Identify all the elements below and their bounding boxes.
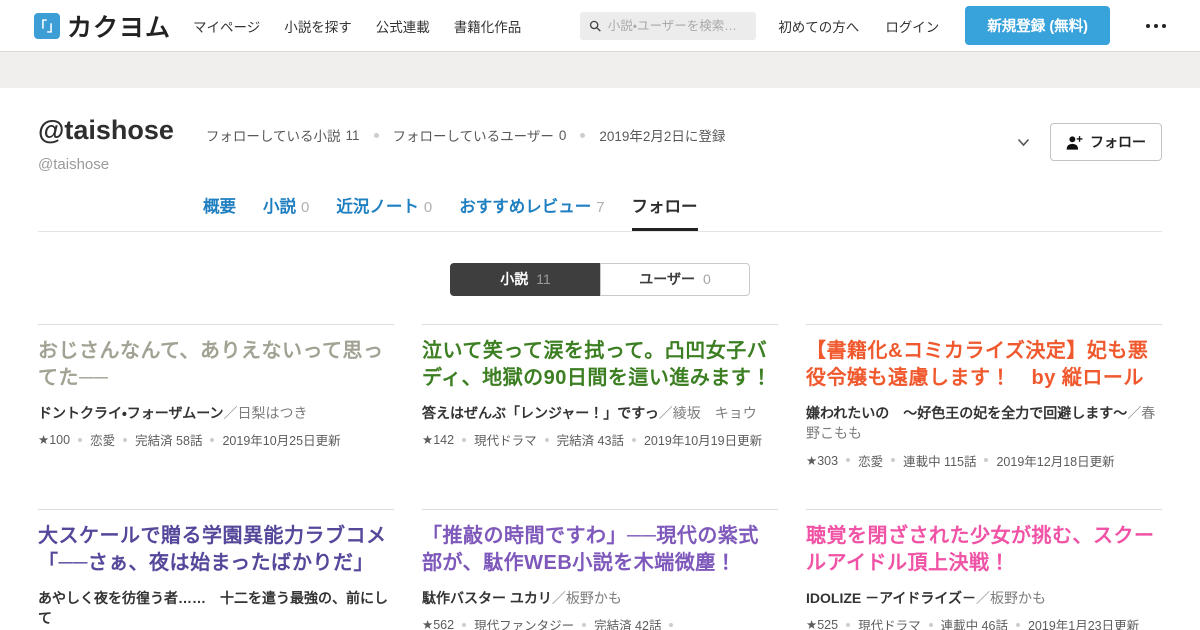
kakuyomu-logo-text: カクヨム <box>67 13 172 42</box>
nav-published-works[interactable]: 書籍化作品 <box>454 16 522 36</box>
novel-title-link[interactable]: 【書籍化&コミカライズ決定】妃も悪役令嬢も遠慮します！ by 縦ロール <box>806 338 1162 392</box>
meta-item: 2019年10月25日更新 <box>202 430 340 449</box>
meta-item: 2019年1月23日更新 <box>1008 615 1139 630</box>
meta-item: ★562 <box>422 618 455 630</box>
novel-subtitle-link[interactable]: IDOLIZE －アイドライズ－ <box>806 590 976 606</box>
novel-author-link[interactable]: ／綾坂 キョウ <box>659 405 757 421</box>
main-nav: マイページ 小説を探す 公式連載 書籍化作品 <box>193 16 521 36</box>
nav-mypage[interactable]: マイページ <box>193 16 260 36</box>
top-navigation-bar: 「」 カクヨム マイページ 小説を探す 公式連載 書籍化作品 初めての方へ ログ… <box>0 0 1200 52</box>
novel-card: 聴覚を閉ざされた少女が挑む、スクールアイドル頂上決戦！ IDOLIZE －アイド… <box>806 508 1162 630</box>
novel-title-link[interactable]: 聴覚を閉ざされた少女が挑む、スクールアイドル頂上決戦！ <box>806 523 1162 577</box>
profile-header: @taishose @taishose フォローしている小説 11 フォローして… <box>38 88 1162 173</box>
novel-card: 大スケールで贈る学園異能力ラブコメ 「──さぁ、夜は始まったばかりだ」 あやしく… <box>38 508 394 630</box>
novel-card: おじさんなんて、ありえないって思ってた── ドントクライ・フォーザムーン／日梨は… <box>38 323 394 509</box>
tab-news-notes[interactable]: 近況ノート 0 <box>336 193 432 231</box>
profile-stats: フォローしている小説 11 フォローしているユーザー 0 2019年2月2日に登… <box>206 116 726 145</box>
novel-card: 泣いて笑って涙を拭って。凸凹女子バディ、地獄の90日間を這い進みます！ 答えはぜ… <box>422 323 778 509</box>
stat-following-novels[interactable]: フォローしている小説 11 <box>206 125 360 145</box>
kakuyomu-logo[interactable]: 「」 カクヨム <box>34 8 171 44</box>
meta-item: 恋愛 <box>838 451 883 470</box>
novel-card: 「推敲の時間ですわ」──現代の紫式部が、駄作WEB小説を木端微塵！ 駄作バスター… <box>422 508 778 630</box>
novel-meta: ★525 現代ドラマ 連載中 46話 2019年1月23日更新 <box>806 615 1162 630</box>
search-box <box>580 11 757 40</box>
tab-follow[interactable]: フォロー <box>631 193 698 231</box>
login-link[interactable]: ログイン <box>885 16 939 36</box>
profile-handle: @taishose <box>38 155 110 173</box>
novel-subtitle-link[interactable]: ドントクライ・フォーザムーン <box>38 405 224 421</box>
meta-item: 完結済 43話 <box>537 430 624 449</box>
nav-find-novels[interactable]: 小説を探す <box>284 16 352 36</box>
meta-item: 現代ドラマ <box>454 430 537 449</box>
novel-meta: ★100 恋愛 完結済 58話 2019年10月25日更新 <box>38 430 394 449</box>
novel-title-link[interactable]: おじさんなんて、ありえないって思ってた── <box>38 338 394 392</box>
search-icon <box>590 20 602 32</box>
tab-recommended-reviews[interactable]: おすすめレビュー 7 <box>459 193 604 231</box>
followed-novels-grid: おじさんなんて、ありえないって思ってた── ドントクライ・フォーザムーン／日梨は… <box>38 323 1162 630</box>
meta-item: ★100 <box>38 433 71 448</box>
novel-meta: ★303 恋愛 連載中 115話 2019年12月18日更新 <box>806 451 1162 470</box>
stat-registered-date: 2019年2月2日に登録 <box>566 125 725 145</box>
tab-novels[interactable]: 小説 0 <box>263 193 309 231</box>
meta-item: 完結済 58話 <box>115 430 202 449</box>
guest-nav: 初めての方へ ログイン 新規登録 (無料) <box>778 6 1170 45</box>
ellipsis-icon <box>1146 23 1150 28</box>
novel-author-link[interactable]: ／板野かも <box>976 590 1046 606</box>
kakuyomu-logo-icon: 「」 <box>34 12 60 39</box>
meta-item: ★525 <box>806 618 839 630</box>
follow-button[interactable]: フォロー <box>1050 123 1162 161</box>
novel-author-link[interactable]: ／日梨はつき <box>224 405 308 421</box>
tab-overview[interactable]: 概要 <box>203 193 236 231</box>
search-input[interactable] <box>607 18 748 33</box>
meta-item: 現代ドラマ <box>838 615 921 630</box>
profile-header-band <box>0 52 1200 88</box>
first-time-link[interactable]: 初めての方へ <box>778 16 859 36</box>
nav-official-serials[interactable]: 公式連載 <box>376 16 430 36</box>
profile-display-name: @taishose <box>38 115 174 145</box>
profile-menu-chevron[interactable] <box>1013 131 1034 154</box>
meta-item: 現代ファンタジー <box>454 615 574 630</box>
novel-card: 【書籍化&コミカライズ決定】妃も悪役令嬢も遠慮します！ by 縦ロール 嫌われた… <box>806 323 1162 509</box>
person-add-icon <box>1066 135 1083 150</box>
meta-item <box>661 623 681 627</box>
novel-title-link[interactable]: 泣いて笑って涙を拭って。凸凹女子バディ、地獄の90日間を這い進みます！ <box>422 338 778 392</box>
meta-item: ★142 <box>422 433 455 448</box>
novel-subtitle-link[interactable]: 答えはぜんぶ「レンジャー！」ですっ <box>422 405 659 421</box>
profile-tabs: 概要 小説 0 近況ノート 0 おすすめレビュー 7 フォロー <box>38 193 1162 232</box>
signup-button[interactable]: 新規登録 (無料) <box>965 6 1110 45</box>
novel-subtitle-link[interactable]: 駄作バスター ユカリ <box>422 590 552 606</box>
meta-item: 恋愛 <box>70 430 115 449</box>
novel-title-link[interactable]: 大スケールで贈る学園異能力ラブコメ 「──さぁ、夜は始まったばかりだ」 <box>38 523 394 577</box>
meta-item: 2019年12月18日更新 <box>976 451 1114 470</box>
meta-item: 2019年10月19日更新 <box>624 430 762 449</box>
segmented-control: 小説 11 ユーザー 0 <box>38 262 1162 296</box>
stat-following-users[interactable]: フォローしているユーザー 0 <box>360 125 567 145</box>
meta-item: 連載中 46話 <box>921 615 1008 630</box>
novel-title-link[interactable]: 「推敲の時間ですわ」──現代の紫式部が、駄作WEB小説を木端微塵！ <box>422 523 778 577</box>
novel-meta: ★562 現代ファンタジー 完結済 42話 <box>422 615 778 630</box>
follow-button-label: フォロー <box>1090 134 1146 150</box>
meta-item: ★303 <box>806 453 839 468</box>
chevron-down-icon <box>1017 138 1030 146</box>
novel-subtitle-link[interactable]: あやしく夜を彷徨う者…… 十二を遣う最強の、前にして <box>38 590 388 626</box>
novel-subtitle-link[interactable]: 嫌われたいの ～好色王の妃を全力で回避します～ <box>806 405 1127 421</box>
segment-users[interactable]: ユーザー 0 <box>600 262 750 296</box>
novel-meta: ★142 現代ドラマ 完結済 43話 2019年10月19日更新 <box>422 430 778 449</box>
meta-item: 完結済 42話 <box>574 615 661 630</box>
meta-item: 連載中 115話 <box>883 451 976 470</box>
more-menu-button[interactable] <box>1142 18 1170 34</box>
novel-author-link[interactable]: ／板野かも <box>552 590 622 606</box>
segment-novels[interactable]: 小説 11 <box>450 262 600 296</box>
